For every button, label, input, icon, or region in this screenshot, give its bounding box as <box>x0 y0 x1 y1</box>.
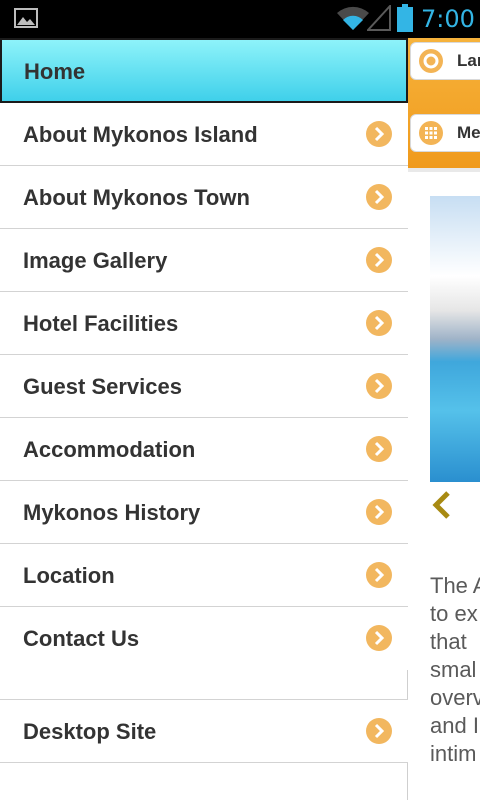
menu-item-image-gallery[interactable]: Image Gallery <box>0 229 408 292</box>
chevron-right-icon <box>366 184 392 210</box>
language-button-label: Lan <box>457 51 480 70</box>
signal-icon <box>367 5 391 31</box>
chevron-right-icon <box>366 121 392 147</box>
chevron-right-icon <box>366 436 392 462</box>
language-button[interactable]: Lan <box>410 42 480 80</box>
hotel-pool-photo <box>430 196 480 482</box>
menu-item-label: Hotel Facilities <box>23 311 179 336</box>
menu-item-label: About Mykonos Island <box>23 122 258 147</box>
menu-item-contact-us[interactable]: Contact Us <box>0 607 408 670</box>
menu-button-label: Me <box>457 123 480 142</box>
menu-item-hotel-facilities[interactable]: Hotel Facilities <box>0 292 408 355</box>
menu-divider <box>0 670 408 700</box>
menu-item-accommodation[interactable]: Accommodation <box>0 418 408 481</box>
menu-item-label: Location <box>23 563 115 588</box>
status-bar: 7:00 <box>0 0 480 38</box>
battery-icon <box>397 4 413 32</box>
previous-arrow-icon[interactable] <box>430 490 454 520</box>
image-notification-icon <box>14 8 38 28</box>
background-page: Lan Me The A to ex that smal overv and I… <box>408 38 480 800</box>
chevron-right-icon <box>366 562 392 588</box>
status-clock: 7:00 <box>421 5 475 33</box>
menu-item-guest-services[interactable]: Guest Services <box>0 355 408 418</box>
menu-item-label: Image Gallery <box>23 248 168 273</box>
menu-item-about-mykonos-island[interactable]: About Mykonos Island <box>0 103 408 166</box>
divider <box>408 168 480 172</box>
gear-icon <box>419 49 443 73</box>
intro-text: The A to ex that smal overv and I intim <box>430 573 480 766</box>
chevron-right-icon <box>366 625 392 651</box>
side-menu: Home About Mykonos Island About Mykonos … <box>0 38 408 800</box>
chevron-right-icon <box>366 310 392 336</box>
grid-icon <box>419 121 443 145</box>
menu-item-mykonos-history[interactable]: Mykonos History <box>0 481 408 544</box>
menu-item-location[interactable]: Location <box>0 544 408 607</box>
menu-item-label: Guest Services <box>23 374 182 399</box>
menu-item-label: About Mykonos Town <box>23 185 250 210</box>
chevron-right-icon <box>366 718 392 744</box>
chevron-right-icon <box>366 373 392 399</box>
menu-item-label: Accommodation <box>23 437 196 462</box>
menu-item-label: Home <box>24 59 86 84</box>
menu-item-home[interactable]: Home <box>0 38 408 103</box>
wifi-icon <box>337 6 369 30</box>
menu-button[interactable]: Me <box>410 114 480 152</box>
chevron-right-icon <box>366 499 392 525</box>
chevron-right-icon <box>366 247 392 273</box>
menu-item-label: Desktop Site <box>23 719 157 744</box>
menu-item-about-mykonos-town[interactable]: About Mykonos Town <box>0 166 408 229</box>
menu-item-label: Contact Us <box>23 626 140 651</box>
menu-item-desktop-site[interactable]: Desktop Site <box>0 700 408 763</box>
menu-item-label: Mykonos History <box>23 500 201 525</box>
